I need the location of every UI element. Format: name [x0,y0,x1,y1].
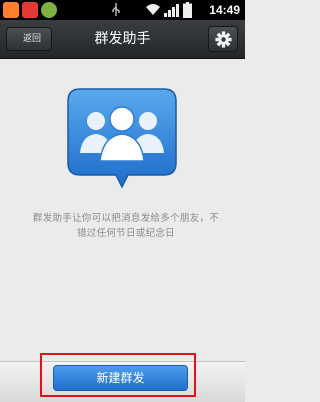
title-bar: 群发助手 返回 [0,20,245,59]
battery-icon [183,2,192,18]
app-icon-2 [22,2,38,18]
new-group-send-button[interactable]: 新建群发 [53,365,188,391]
app-icon-3 [41,2,57,18]
status-time: 14:49 [209,3,240,17]
app-icon-1 [3,2,19,18]
signal-icon [164,4,179,17]
wifi-icon [146,4,160,15]
gear-icon [215,31,232,48]
settings-button[interactable] [208,26,238,52]
main-content: 群发助手让你可以把消息发给多个朋友，不错过任何节日或纪念日 [0,59,245,361]
status-bar: 14:49 [0,0,245,20]
description-text: 群发助手让你可以把消息发给多个朋友，不错过任何节日或纪念日 [32,213,220,239]
back-button[interactable]: 返回 [6,27,52,51]
usb-icon [112,3,120,16]
group-chat-icon [67,88,177,189]
